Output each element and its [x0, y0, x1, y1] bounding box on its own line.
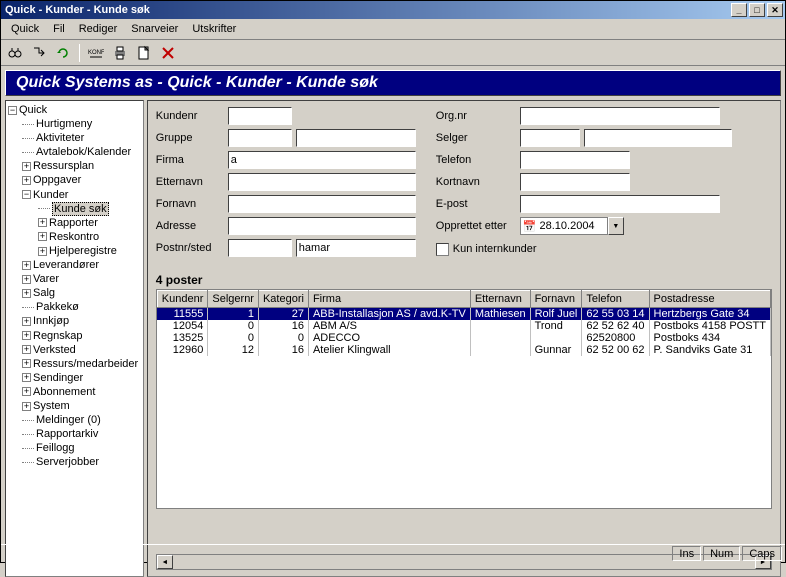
selger-label: Selger: [436, 132, 516, 144]
table-row[interactable]: 11555127ABB-Installasjon AS / avd.K-TVMa…: [157, 308, 770, 321]
menu-utskrifter[interactable]: Utskrifter: [186, 21, 242, 37]
tree-item[interactable]: Avtalebok/Kalender: [8, 145, 141, 159]
column-header[interactable]: Kategori: [258, 291, 308, 308]
intern-label: Kun internkunder: [453, 243, 537, 255]
orgnr-input[interactable]: [520, 107, 720, 125]
gruppe-label: Gruppe: [156, 132, 224, 144]
fornavn-label: Fornavn: [156, 198, 224, 210]
menu-rediger[interactable]: Rediger: [73, 21, 124, 37]
tree-item[interactable]: +Varer: [8, 272, 141, 286]
table-row[interactable]: 129601216Atelier KlingwallGunnar62 52 00…: [157, 344, 770, 356]
epost-label: E-post: [436, 198, 516, 210]
delete-icon[interactable]: [158, 43, 178, 63]
telefon-input[interactable]: [520, 151, 630, 169]
column-header[interactable]: Etternavn: [470, 291, 530, 308]
intern-checkbox[interactable]: [436, 243, 449, 256]
postnr-label: Postnr/sted: [156, 242, 224, 254]
tree-item[interactable]: Rapportarkiv: [8, 427, 141, 441]
opprettet-date-input[interactable]: 📅28.10.2004: [520, 217, 608, 235]
tree-item[interactable]: +Innkjøp: [8, 314, 141, 328]
fornavn-input[interactable]: [228, 195, 416, 213]
kundenr-label: Kundenr: [156, 110, 224, 122]
tree-item[interactable]: +Salg: [8, 286, 141, 300]
postnr-input[interactable]: [228, 239, 292, 257]
tree-item[interactable]: +System: [8, 399, 141, 413]
menu-fil[interactable]: Fil: [47, 21, 71, 37]
etternavn-input[interactable]: [228, 173, 416, 191]
gruppe-text-input[interactable]: [296, 129, 416, 147]
page-header: Quick Systems as - Quick - Kunder - Kund…: [5, 70, 781, 96]
etternavn-label: Etternavn: [156, 176, 224, 188]
opprettet-label: Opprettet etter: [436, 220, 516, 232]
reload-icon[interactable]: [53, 43, 73, 63]
column-header[interactable]: Telefon: [582, 291, 649, 308]
svg-text:KONF: KONF: [88, 50, 104, 56]
selger-text-input[interactable]: [584, 129, 732, 147]
status-ins: Ins: [672, 546, 701, 561]
menu-snarveier[interactable]: Snarveier: [125, 21, 184, 37]
kundenr-input[interactable]: [228, 107, 292, 125]
tree-item[interactable]: +Sendinger: [8, 371, 141, 385]
column-header[interactable]: Selgernr: [208, 291, 259, 308]
firma-label: Firma: [156, 154, 224, 166]
tree-item[interactable]: Hurtigmeny: [8, 117, 141, 131]
telefon-label: Telefon: [436, 154, 516, 166]
tree-item[interactable]: +Oppgaver: [8, 173, 141, 187]
tree-item[interactable]: Aktiviteter: [8, 131, 141, 145]
minimize-button[interactable]: _: [731, 3, 747, 17]
new-document-icon[interactable]: [134, 43, 154, 63]
maximize-button[interactable]: □: [749, 3, 765, 17]
tree-root[interactable]: −Quick: [8, 103, 141, 117]
tree-item[interactable]: +Rapporter: [8, 216, 141, 230]
tree-item[interactable]: +Regnskap: [8, 329, 141, 343]
adresse-input[interactable]: [228, 217, 416, 235]
close-button[interactable]: ✕: [767, 3, 783, 17]
result-count: 4 poster: [156, 273, 772, 287]
titlebar: Quick - Kunder - Kunde søk _ □ ✕: [1, 1, 785, 19]
menu-quick[interactable]: Quick: [5, 21, 45, 37]
tree-item[interactable]: +Abonnement: [8, 385, 141, 399]
tree-item[interactable]: +Hjelperegistre: [8, 244, 141, 258]
print-icon[interactable]: [110, 43, 130, 63]
tree-item[interactable]: Kunde søk: [8, 202, 141, 216]
tree-item[interactable]: Pakkekø: [8, 300, 141, 314]
firma-input[interactable]: [228, 151, 416, 169]
tree-item[interactable]: +Verksted: [8, 343, 141, 357]
tree-item[interactable]: +Ressurs/medarbeider: [8, 357, 141, 371]
epost-input[interactable]: [520, 195, 720, 213]
binoculars-icon[interactable]: [5, 43, 25, 63]
column-header[interactable]: Kundenr: [157, 291, 208, 308]
tree-item[interactable]: −Kunder: [8, 188, 141, 202]
statusbar: Ins Num Caps: [1, 544, 785, 562]
tree-item[interactable]: +Reskontro: [8, 230, 141, 244]
window-title: Quick - Kunder - Kunde søk: [3, 4, 729, 16]
navigation-tree[interactable]: −Quick HurtigmenyAktiviteterAvtalebok/Ka…: [5, 100, 144, 577]
tree-item[interactable]: Meldinger (0): [8, 413, 141, 427]
tree-item[interactable]: +Leverandører: [8, 258, 141, 272]
table-row[interactable]: 1352500ADECCO62520800Postboks 434: [157, 332, 770, 344]
sted-input[interactable]: [296, 239, 416, 257]
kortnavn-label: Kortnavn: [436, 176, 516, 188]
gruppe-code-input[interactable]: [228, 129, 292, 147]
export-icon[interactable]: [29, 43, 49, 63]
selger-code-input[interactable]: [520, 129, 580, 147]
status-num: Num: [703, 546, 740, 561]
date-dropdown-button[interactable]: ▼: [608, 217, 624, 235]
konf-icon[interactable]: KONF: [86, 43, 106, 63]
adresse-label: Adresse: [156, 220, 224, 232]
menubar: Quick Fil Rediger Snarveier Utskrifter: [1, 19, 785, 40]
column-header[interactable]: Postadresse: [649, 291, 771, 308]
toolbar: KONF: [1, 40, 785, 66]
results-grid[interactable]: KundenrSelgernrKategoriFirmaEtternavnFor…: [156, 289, 772, 509]
kortnavn-input[interactable]: [520, 173, 630, 191]
column-header[interactable]: Fornavn: [530, 291, 582, 308]
column-header[interactable]: Firma: [308, 291, 470, 308]
tree-item[interactable]: Serverjobber: [8, 455, 141, 469]
tree-item[interactable]: Feillogg: [8, 441, 141, 455]
orgnr-label: Org.nr: [436, 110, 516, 122]
status-caps: Caps: [742, 546, 782, 561]
table-row[interactable]: 12054016ABM A/STrond62 52 62 40Postboks …: [157, 320, 770, 332]
content-panel: Kundenr Org.nr Gruppe Selger Firma Telef…: [147, 100, 781, 577]
tree-item[interactable]: +Ressursplan: [8, 159, 141, 173]
